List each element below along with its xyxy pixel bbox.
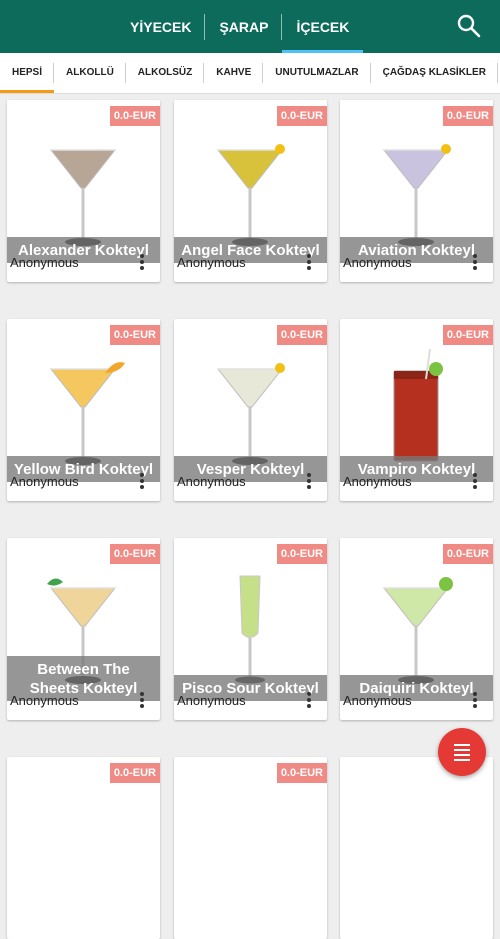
- more-options-icon[interactable]: [467, 471, 483, 493]
- tab-label: YİYECEK: [130, 18, 192, 35]
- dot: [140, 704, 144, 708]
- category-label: UNUTULMAZLAR: [275, 67, 359, 78]
- author-label: Anonymous: [343, 474, 412, 489]
- more-options-icon[interactable]: [467, 690, 483, 712]
- category-tab[interactable]: UNUTULMAZLAR: [263, 53, 371, 93]
- more-options-icon[interactable]: [301, 690, 317, 712]
- price-badge: 0.0-EUR: [442, 325, 493, 345]
- category-label: ÇAĞDAŞ KLASİKLER: [382, 67, 486, 78]
- dot: [473, 266, 477, 270]
- cocktail-card[interactable]: 0.0-EUR Aviation Kokteyl Anonymous: [340, 100, 493, 282]
- dot: [473, 473, 477, 477]
- category-label: KAHVE: [216, 67, 252, 78]
- dot: [473, 704, 477, 708]
- category-tab[interactable]: ÇAĞDAŞ KLASİKLER: [371, 53, 498, 93]
- cocktail-card[interactable]: 0.0-EUR Angel Face Kokteyl Anonymous: [174, 100, 327, 282]
- author-label: Anonymous: [10, 255, 79, 270]
- tab-label: İÇECEK: [296, 18, 350, 35]
- price-badge: 0.0-EUR: [276, 325, 327, 345]
- dot: [307, 479, 311, 483]
- dot: [307, 485, 311, 489]
- dot: [307, 266, 311, 270]
- menu-list-icon: [454, 744, 470, 761]
- price-badge: 0.0-EUR: [109, 325, 160, 345]
- cocktail-card[interactable]: 0.0-EUR Between The Sheets Kokteyl Anonymo…: [7, 538, 160, 720]
- cocktail-card[interactable]: 0.0-EUR Pisco Sour Kokteyl Anonymous: [174, 538, 327, 720]
- cocktail-card[interactable]: 0.0-EUR Alexander Kokteyl Anonymous: [7, 100, 160, 282]
- dot: [140, 698, 144, 702]
- more-options-icon[interactable]: [467, 252, 483, 274]
- cocktail-card[interactable]: [340, 757, 493, 939]
- author-label: Anonymous: [177, 474, 246, 489]
- price-badge: 0.0-EUR: [276, 544, 327, 564]
- price-badge: 0.0-EUR: [109, 763, 160, 783]
- dot: [140, 485, 144, 489]
- category-tab[interactable]: KAHVE: [204, 53, 264, 93]
- dot: [140, 473, 144, 477]
- more-options-icon[interactable]: [134, 252, 150, 274]
- more-options-icon[interactable]: [301, 252, 317, 274]
- more-options-icon[interactable]: [134, 471, 150, 493]
- price-badge: 0.0-EUR: [109, 106, 160, 126]
- author-label: Anonymous: [177, 693, 246, 708]
- tab-icecek[interactable]: İÇECEK: [282, 0, 364, 53]
- author-label: Anonymous: [177, 255, 246, 270]
- author-label: Anonymous: [343, 693, 412, 708]
- category-label: HEPSİ: [12, 67, 43, 78]
- dot: [140, 479, 144, 483]
- dot: [307, 692, 311, 696]
- dot: [140, 266, 144, 270]
- author-label: Anonymous: [343, 255, 412, 270]
- main-tabs: YİYECEK ŞARAP İÇECEK: [116, 0, 364, 53]
- cocktail-card[interactable]: 0.0-EUR Vesper Kokteyl Anonymous: [174, 319, 327, 501]
- cocktail-card[interactable]: 0.0-EUR Yellow Bird Kokteyl Anonymous: [7, 319, 160, 501]
- dot: [473, 260, 477, 264]
- dot: [473, 692, 477, 696]
- dot: [473, 698, 477, 702]
- price-badge: 0.0-EUR: [276, 106, 327, 126]
- tab-sarap[interactable]: ŞARAP: [205, 0, 283, 53]
- dot: [307, 698, 311, 702]
- more-options-icon[interactable]: [301, 471, 317, 493]
- dot: [473, 479, 477, 483]
- price-badge: 0.0-EUR: [442, 544, 493, 564]
- cocktail-card[interactable]: 0.0-EUR: [7, 757, 160, 939]
- dot: [473, 485, 477, 489]
- search-icon[interactable]: [456, 13, 482, 39]
- tab-label: ŞARAP: [219, 18, 269, 35]
- category-tab[interactable]: ALKOLSÜZ: [126, 53, 205, 93]
- cocktail-card[interactable]: 0.0-EUR: [174, 757, 327, 939]
- app-bar: YİYECEK ŞARAP İÇECEK: [0, 0, 500, 53]
- category-tab[interactable]: HEPSİ: [0, 53, 55, 93]
- category-tabs: HEPSİ ALKOLLÜ ALKOLSÜZ KAHVE UNUTULMAZLAR ÇAĞ…: [0, 53, 500, 94]
- price-badge: 0.0-EUR: [109, 544, 160, 564]
- price-badge: 0.0-EUR: [276, 763, 327, 783]
- tab-yiyecek[interactable]: YİYECEK: [116, 0, 206, 53]
- more-options-icon[interactable]: [134, 690, 150, 712]
- cocktail-card[interactable]: 0.0-EUR Vampiro Kokteyl Anonymous: [340, 319, 493, 501]
- dot: [140, 260, 144, 264]
- dot: [140, 254, 144, 258]
- cocktail-card[interactable]: 0.0-EUR Daiquiri Kokteyl Anonymous: [340, 538, 493, 720]
- category-label: ALKOLLÜ: [66, 67, 114, 78]
- category-label: ALKOLSÜZ: [137, 67, 193, 78]
- author-label: Anonymous: [10, 693, 79, 708]
- category-tab[interactable]: ALKOLLÜ: [54, 53, 126, 93]
- author-label: Anonymous: [10, 474, 79, 489]
- dot: [140, 692, 144, 696]
- dot: [473, 254, 477, 258]
- cocktail-image: [340, 757, 493, 920]
- dot: [307, 473, 311, 477]
- fab-menu-button[interactable]: [438, 728, 486, 776]
- dot: [307, 704, 311, 708]
- dot: [307, 260, 311, 264]
- dot: [307, 254, 311, 258]
- price-badge: 0.0-EUR: [442, 106, 493, 126]
- card-image-area: [340, 757, 493, 920]
